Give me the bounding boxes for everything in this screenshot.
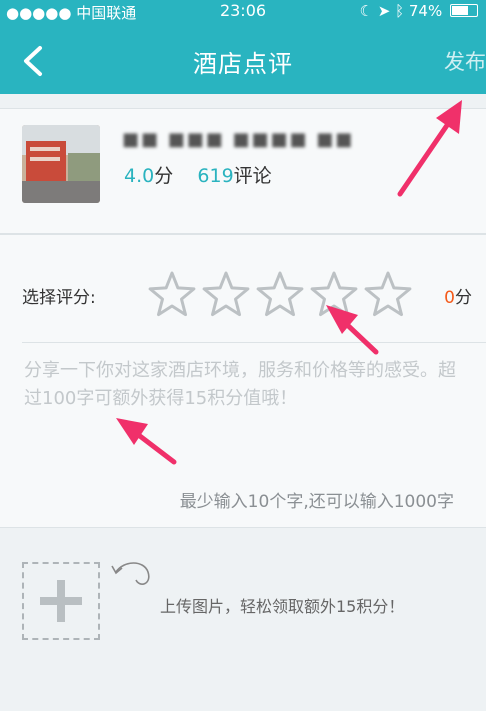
- star-icon-3[interactable]: [254, 269, 306, 321]
- moon-icon: ☾: [359, 2, 373, 20]
- review-form: 选择评分: 0分 分享一下你对这家酒店环境，服务和价格等的感受。超过100字可额…: [0, 234, 486, 528]
- divider: [22, 342, 486, 343]
- hotel-rating: 4.0: [124, 165, 155, 187]
- curved-arrow-icon: [111, 562, 150, 585]
- bluetooth-icon: ᛒ: [395, 2, 405, 20]
- location-icon: ➤: [377, 2, 391, 20]
- header-bar: ●●●●● 中国联通 23:06 ☾ ➤ ᛒ 74% 酒店点评 发布: [0, 0, 486, 94]
- hotel-scores: 4.0分 619评论: [124, 161, 272, 188]
- page-title: 酒店点评: [193, 50, 293, 78]
- score-number: 0: [444, 288, 455, 308]
- battery-percent: 74%: [408, 2, 443, 20]
- review-unit: 评论: [233, 165, 272, 187]
- add-photo-button[interactable]: [22, 562, 100, 640]
- rating-score: 0分: [444, 283, 472, 308]
- star-icon-2[interactable]: [200, 269, 252, 321]
- star-icon-5[interactable]: [362, 269, 414, 321]
- hotel-name-blurred: ■■ ■■■ ■■■■ ■■: [122, 129, 355, 150]
- status-bar: ●●●●● 中国联通 23:06 ☾ ➤ ᛒ 74%: [0, 0, 486, 22]
- star-icon-1[interactable]: [146, 269, 198, 321]
- review-count: 619: [197, 165, 234, 187]
- star-icon-4[interactable]: [308, 269, 360, 321]
- comment-input[interactable]: 分享一下你对这家酒店环境，服务和价格等的感受。超过100字可额外获得15积分值哦…: [24, 357, 470, 413]
- rating-label: 选择评分:: [22, 288, 96, 308]
- star-rating: [146, 269, 416, 325]
- battery-icon: [450, 4, 478, 17]
- publish-button[interactable]: 发布: [444, 46, 486, 76]
- status-right: ☾ ➤ ᛒ 74%: [359, 2, 478, 20]
- plus-icon: [40, 580, 82, 622]
- rating-unit: 分: [154, 165, 174, 187]
- hotel-thumbnail: [22, 125, 100, 203]
- hotel-card: ■■ ■■■ ■■■■ ■■ 4.0分 619评论: [0, 108, 486, 234]
- score-unit: 分: [455, 288, 472, 308]
- upload-hint: 上传图片，轻松领取额外15积分！: [160, 597, 405, 616]
- char-limit-hint: 最少输入10个字,还可以输入1000字: [179, 492, 454, 512]
